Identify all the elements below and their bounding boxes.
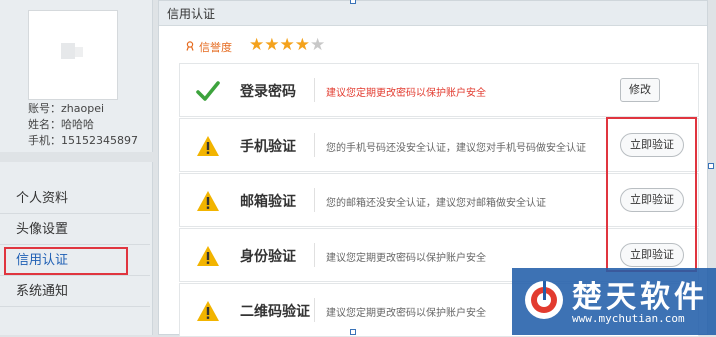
verify-email-button[interactable]: 立即验证: [620, 188, 684, 212]
modify-button[interactable]: 修改: [620, 78, 660, 102]
warning-icon: [197, 301, 219, 321]
avatar[interactable]: [28, 10, 118, 100]
name-line: 姓名：哈哈哈: [28, 118, 94, 131]
sidebar-item-profile[interactable]: 个人资料: [0, 184, 150, 214]
resize-handle[interactable]: [708, 163, 714, 169]
account-line: 账号：zhaopei: [28, 102, 105, 115]
verification-description: 建议您定期更改密码以保护账户安全: [326, 308, 486, 319]
verification-description: 您的邮箱还没安全认证，建议您对邮箱做安全认证: [326, 198, 546, 209]
verification-description: 您的手机号码还没安全认证，建议您对手机号码做安全认证: [326, 143, 586, 154]
profile-card: 账号：zhaopei 姓名：哈哈哈 手机：15152345897: [0, 0, 153, 152]
star-icon: ★: [294, 35, 310, 55]
watermark-url: www.mychutian.com: [572, 312, 685, 325]
verification-row-password: 登录密码 建议您定期更改密码以保护账户安全 修改: [179, 63, 699, 117]
reputation-label: 信誉度: [199, 41, 232, 54]
sidebar-item-system-notice[interactable]: 系统通知: [0, 277, 150, 307]
panel-title: 信用认证: [167, 7, 216, 21]
verification-name: 二维码验证: [240, 304, 310, 320]
star-icon: ★: [249, 35, 265, 55]
verification-name: 邮箱验证: [240, 194, 296, 210]
verification-row-email: 邮箱验证 您的邮箱还没安全认证，建议您对邮箱做安全认证 立即验证: [179, 173, 699, 227]
verify-phone-button[interactable]: 立即验证: [620, 133, 684, 157]
sidebar-menu: 个人资料 头像设置 信用认证 系统通知: [0, 162, 153, 335]
warning-icon: [197, 246, 219, 266]
verification-description: 建议您定期更改密码以保护账户安全: [326, 253, 486, 264]
panel-header: 信用认证: [159, 1, 707, 26]
rating-stars: ★★★★★: [249, 35, 325, 55]
verify-identity-button[interactable]: 立即验证: [620, 243, 684, 267]
verification-name: 身份验证: [240, 249, 296, 265]
resize-handle[interactable]: [350, 329, 356, 335]
chutian-logo-icon: [525, 281, 563, 319]
phone-line: 手机：15152345897: [28, 134, 138, 147]
sidebar-item-avatar-settings[interactable]: 头像设置: [0, 215, 150, 245]
star-icon: ★: [279, 35, 295, 55]
warning-icon: [197, 191, 219, 211]
verification-description: 建议您定期更改密码以保护账户安全: [326, 88, 486, 99]
reputation-icon: [186, 41, 194, 51]
star-empty-icon: ★: [310, 35, 326, 55]
verification-name: 登录密码: [240, 84, 296, 100]
resize-handle[interactable]: [350, 0, 356, 4]
verification-row-phone: 手机验证 您的手机号码还没安全认证，建议您对手机号码做安全认证 立即验证: [179, 118, 699, 172]
watermark-logo: 楚天软件 www.mychutian.com: [512, 268, 716, 335]
sidebar-item-credit-verification[interactable]: 信用认证: [0, 246, 150, 276]
check-icon: [196, 81, 220, 101]
warning-icon: [197, 136, 219, 156]
star-icon: ★: [264, 35, 280, 55]
watermark-title: 楚天软件: [572, 280, 708, 315]
verification-name: 手机验证: [240, 139, 296, 155]
